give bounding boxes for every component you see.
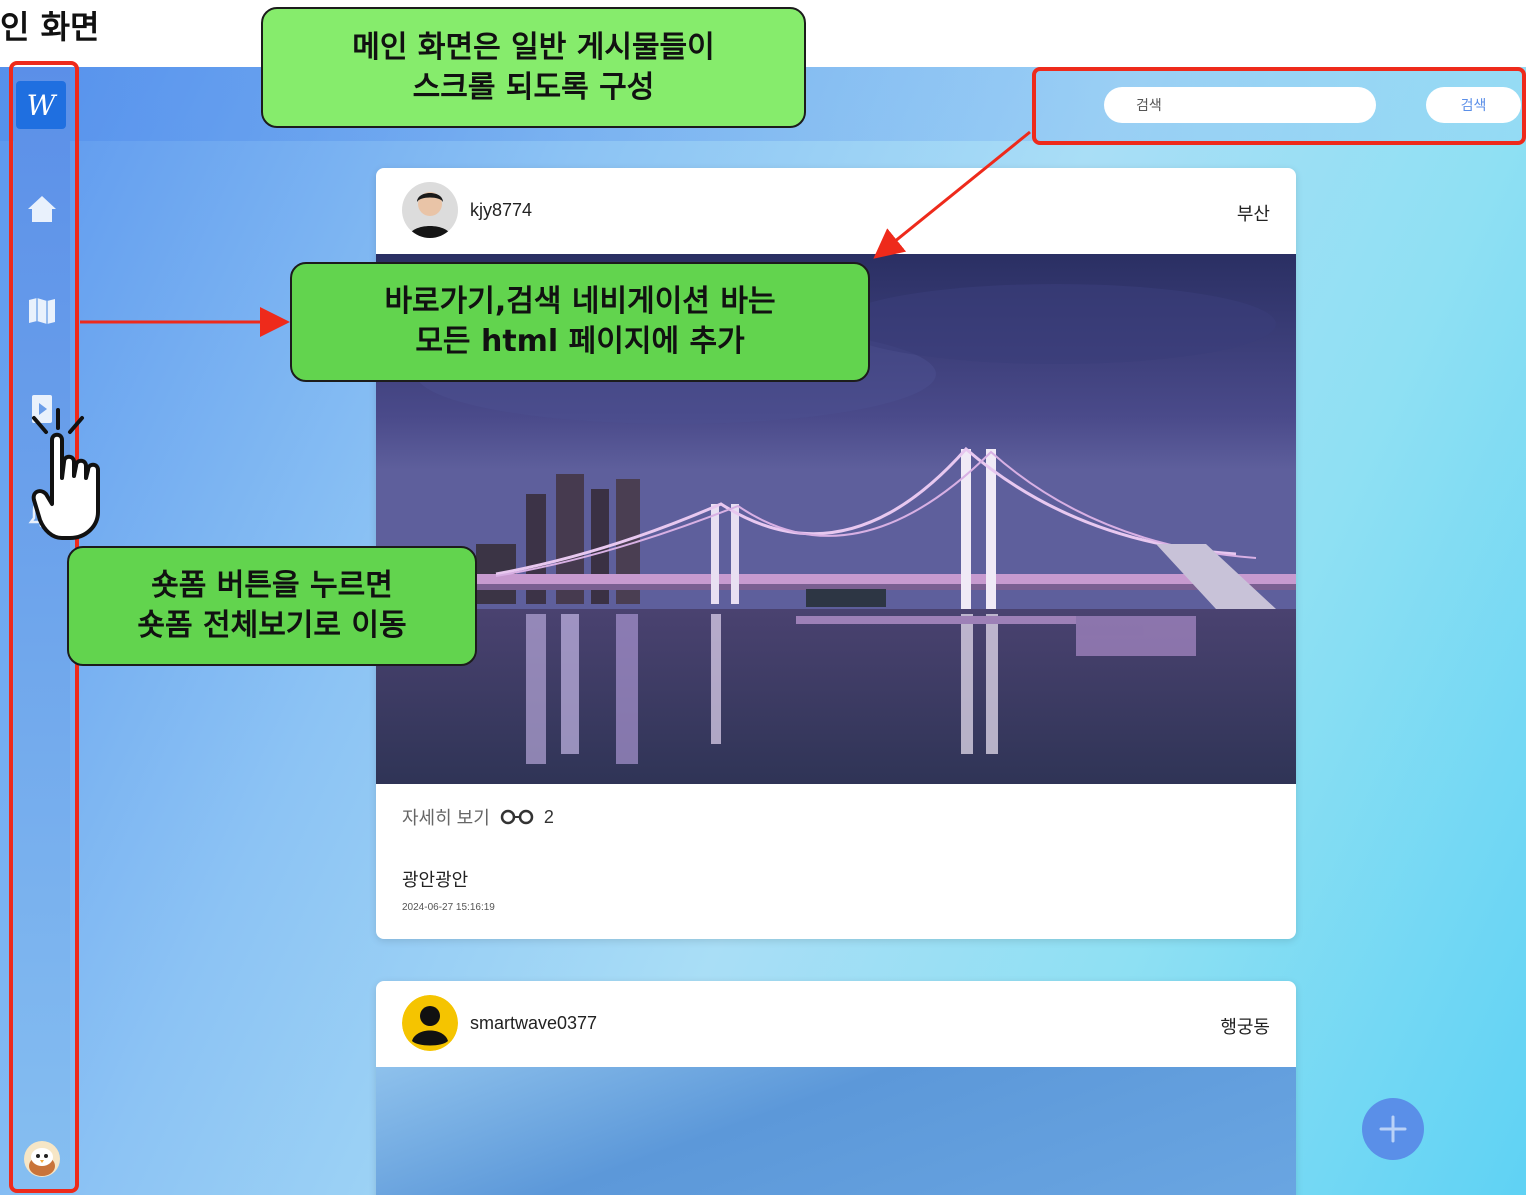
post-caption: 광안광안 <box>402 870 469 890</box>
user-avatar[interactable] <box>402 182 458 238</box>
nav-annotation: 바로가기,검색 네비게이션 바는 모든 html 페이지에 추가 <box>290 262 870 382</box>
post-header: kjy8774 부산 <box>376 168 1296 254</box>
slide: 인 화면 W 검색 검색 kjy8774 부산 자세히 보기 2 광안광안 20… <box>0 0 1526 1195</box>
search-highlight-box <box>1032 67 1526 145</box>
shortform-annotation: 숏폼 버튼을 누르면 숏폼 전체보기로 이동 <box>67 546 477 666</box>
detail-link[interactable]: 자세히 보기 <box>402 804 490 830</box>
user-avatar[interactable] <box>402 995 458 1051</box>
annotation-line: 메인 화면은 일반 게시물들이 <box>352 29 715 65</box>
post-header: smartwave0377 행궁동 <box>376 981 1296 1067</box>
post-date: 2024-06-27 15:16:19 <box>402 902 495 913</box>
annotation-line: 숏폼 버튼을 누르면 <box>151 568 393 603</box>
post-location: 부산 <box>1236 204 1270 224</box>
annotation-line: 스크롤 되도록 구성 <box>412 69 655 105</box>
annotation-line: 바로가기,검색 네비게이션 바는 <box>384 284 776 319</box>
post-username[interactable]: smartwave0377 <box>470 1013 597 1034</box>
post-meta: 자세히 보기 2 <box>376 784 1296 830</box>
post-location: 행궁동 <box>1220 1017 1270 1037</box>
plus-icon <box>1379 1115 1407 1143</box>
view-count: 2 <box>543 806 554 827</box>
glasses-icon <box>500 809 534 825</box>
slide-title: 인 화면 <box>0 8 100 46</box>
post-username[interactable]: kjy8774 <box>470 200 532 221</box>
scroll-annotation: 메인 화면은 일반 게시물들이 스크롤 되도록 구성 <box>261 7 806 128</box>
post-card[interactable]: smartwave0377 행궁동 <box>376 981 1296 1195</box>
add-post-button[interactable] <box>1362 1098 1424 1160</box>
post-photo[interactable] <box>376 1067 1296 1195</box>
annotation-line: 모든 html 페이지에 추가 <box>415 324 745 359</box>
annotation-line: 숏폼 전체보기로 이동 <box>137 608 407 643</box>
